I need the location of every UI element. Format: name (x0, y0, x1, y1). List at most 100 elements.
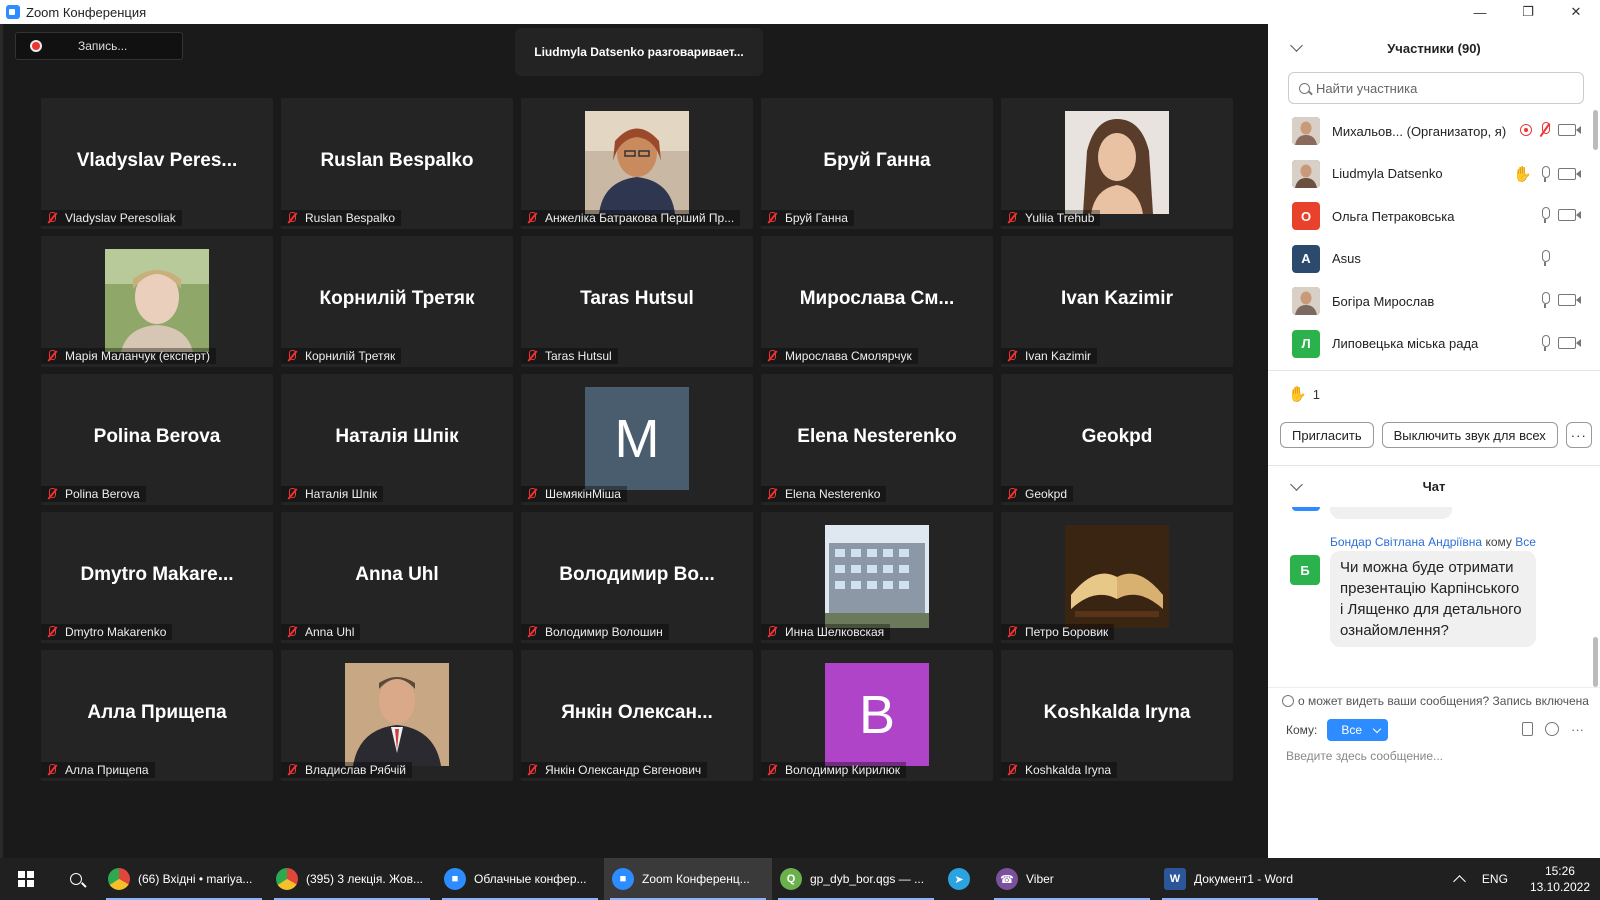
video-tile[interactable]: Инна Шелковская (761, 512, 993, 643)
video-camera-icon[interactable] (1558, 336, 1581, 349)
collapse-participants-chevron-icon[interactable] (1290, 39, 1303, 52)
participant-search-input[interactable] (1316, 80, 1566, 96)
taskbar-app-word[interactable]: W Документ1 - Word (1156, 858, 1324, 900)
tile-name: Ruslan Bespalko (305, 211, 396, 225)
minimize-button[interactable]: — (1456, 0, 1504, 24)
participant-row[interactable]: Богіра Мирослав (1268, 280, 1600, 323)
mic-icon[interactable] (1540, 207, 1550, 223)
telegram-icon: ➤ (948, 868, 970, 890)
video-tile[interactable]: Алла Прищепа Алла Прищепа (41, 650, 273, 781)
mic-icon[interactable] (1540, 165, 1550, 182)
taskbar-app-zoom[interactable]: ■ Zoom Конференц... (604, 858, 772, 900)
taskbar-search-button[interactable] (52, 858, 100, 900)
video-tile[interactable]: Янкін Олексан... Янкін Олександр Євгенови… (521, 650, 753, 781)
tile-name: Инна Шелковская (785, 625, 885, 639)
video-tile[interactable]: Анжеліка Батракова Перший Пр... (521, 98, 753, 229)
video-tile[interactable]: Koshkalda Iryna Koshkalda Iryna (1001, 650, 1233, 781)
mic-icon[interactable] (1540, 292, 1550, 308)
tile-name-label: Володимир Волошин (521, 624, 669, 640)
mic-muted-icon (765, 487, 779, 501)
video-tile[interactable]: M ШемякінМіша (521, 374, 753, 505)
collapse-chat-chevron-icon[interactable] (1290, 478, 1303, 491)
taskbar-app-zoom[interactable]: ■ Облачные конфер... (436, 858, 604, 900)
mic-muted-icon (45, 625, 59, 639)
mic-icon[interactable] (1540, 249, 1550, 266)
video-camera-icon[interactable] (1558, 124, 1581, 136)
message-recipient[interactable]: Все (1515, 535, 1536, 549)
tile-name-label: Петро Боровик (1001, 624, 1115, 640)
participant-status-icons (1540, 207, 1582, 223)
video-tile[interactable]: Марія Маланчук (експерт) (41, 236, 273, 367)
tile-name: Dmytro Makarenko (65, 625, 167, 639)
participant-actions: Пригласить Выключить звук для всех ··· (1268, 417, 1600, 453)
video-camera-icon[interactable] (1558, 209, 1581, 221)
video-tile[interactable]: Elena Nesterenko Elena Nesterenko (761, 374, 993, 505)
emoji-icon[interactable] (1545, 722, 1559, 736)
recording-indicator[interactable]: Запись... (15, 32, 183, 60)
file-icon[interactable] (1522, 722, 1533, 736)
mic-icon[interactable] (1540, 334, 1550, 351)
video-tile[interactable]: Vladyslav Peres... Vladyslav Peresoliak (41, 98, 273, 229)
tile-display-name: Янкін Олексан... (561, 701, 713, 723)
input-language[interactable]: ENG (1482, 872, 1508, 886)
video-tile[interactable]: Корнилій Третяк Корнилій Третяк (281, 236, 513, 367)
video-tile[interactable]: Владислав Рябчій (281, 650, 513, 781)
participant-row[interactable]: Л Липовецька міська рада (1268, 323, 1600, 366)
participant-list-scrollbar[interactable] (1593, 110, 1598, 150)
tile-name-label: Dmytro Makarenko (41, 624, 173, 640)
show-hidden-icons-chevron-icon[interactable] (1453, 874, 1466, 888)
tile-name-label: Марія Маланчук (експерт) (41, 348, 217, 364)
more-icon[interactable]: ··· (1571, 722, 1584, 737)
video-tile[interactable]: Мирослава См... Мирослава Смолярчук (761, 236, 993, 367)
taskbar-app-chrome[interactable]: (395) 3 лекція. Жов... (268, 858, 436, 900)
restore-button[interactable]: ❐ (1504, 0, 1552, 24)
chat-title: Чат (1422, 479, 1446, 494)
participant-row[interactable]: Михальов... (Организатор, я) (1268, 110, 1600, 153)
video-tile[interactable]: Володимир Во... Володимир Волошин (521, 512, 753, 643)
taskbar-app-qgis[interactable]: Qgp_dyb_bor.qgs — ... (772, 858, 940, 900)
participant-row[interactable]: A Asus (1268, 238, 1600, 281)
taskbar-app-viber[interactable]: ☎ Viber (988, 858, 1156, 900)
taskbar-app-chrome[interactable]: (66) Вхідні • mariya... (100, 858, 268, 900)
video-gallery: Запись... Liudmyla Datsenko разговаривае… (0, 24, 1268, 858)
close-button[interactable]: ✕ (1552, 0, 1600, 24)
start-button[interactable] (0, 858, 52, 900)
taskbar-app-telegram[interactable]: ➤ (940, 858, 988, 900)
video-tile[interactable]: Anna Uhl Anna Uhl (281, 512, 513, 643)
mic-muted-icon[interactable] (1540, 122, 1550, 138)
participant-search[interactable] (1288, 72, 1584, 104)
tile-name: Elena Nesterenko (785, 487, 881, 501)
participant-status-icons: ✋ (1513, 165, 1582, 183)
chat-scrollbar[interactable] (1593, 637, 1598, 687)
video-tile[interactable]: Polina Berova Polina Berova (41, 374, 273, 505)
previous-message-bubble (1330, 507, 1452, 519)
tile-name-label: Geokpd (1001, 486, 1074, 502)
video-tile[interactable]: Dmytro Makare... Dmytro Makarenko (41, 512, 273, 643)
mute-all-button[interactable]: Выключить звук для всех (1381, 422, 1558, 448)
mic-muted-icon (1005, 211, 1019, 225)
video-camera-icon[interactable] (1558, 294, 1581, 306)
invite-button[interactable]: Пригласить (1280, 422, 1374, 448)
chat-message-input[interactable] (1286, 749, 1576, 763)
tile-name: Бруй Ганна (785, 211, 848, 225)
participant-row[interactable]: О Ольга Петраковська (1268, 195, 1600, 238)
windows-logo-icon (18, 871, 34, 887)
recipient-select[interactable]: Все (1327, 719, 1389, 741)
message-sender[interactable]: Бондар Світлана Андріївна (1330, 535, 1482, 549)
participant-row[interactable]: Liudmyla Datsenko ✋ (1268, 153, 1600, 196)
video-tile[interactable]: Geokpd Geokpd (1001, 374, 1233, 505)
video-tile[interactable]: Бруй Ганна Бруй Ганна (761, 98, 993, 229)
video-tile[interactable]: Ivan Kazimir Ivan Kazimir (1001, 236, 1233, 367)
video-tile[interactable]: Наталія Шпік Наталія Шпік (281, 374, 513, 505)
video-tile[interactable]: B Володимир Кирилюк (761, 650, 993, 781)
video-tile[interactable]: Yuliia Trehub (1001, 98, 1233, 229)
chat-visibility-notice[interactable]: о может видеть ваши сообщения? Запись вк… (1268, 687, 1600, 713)
more-options-button[interactable]: ··· (1565, 422, 1592, 448)
clock[interactable]: 15:26 13.10.2022 (1530, 863, 1590, 895)
previous-message-avatar (1292, 507, 1320, 511)
video-camera-icon[interactable] (1558, 167, 1581, 180)
tile-name-label: Ruslan Bespalko (281, 210, 402, 226)
video-tile[interactable]: Петро Боровик (1001, 512, 1233, 643)
video-tile[interactable]: Ruslan Bespalko Ruslan Bespalko (281, 98, 513, 229)
video-tile[interactable]: Taras Hutsul Taras Hutsul (521, 236, 753, 367)
